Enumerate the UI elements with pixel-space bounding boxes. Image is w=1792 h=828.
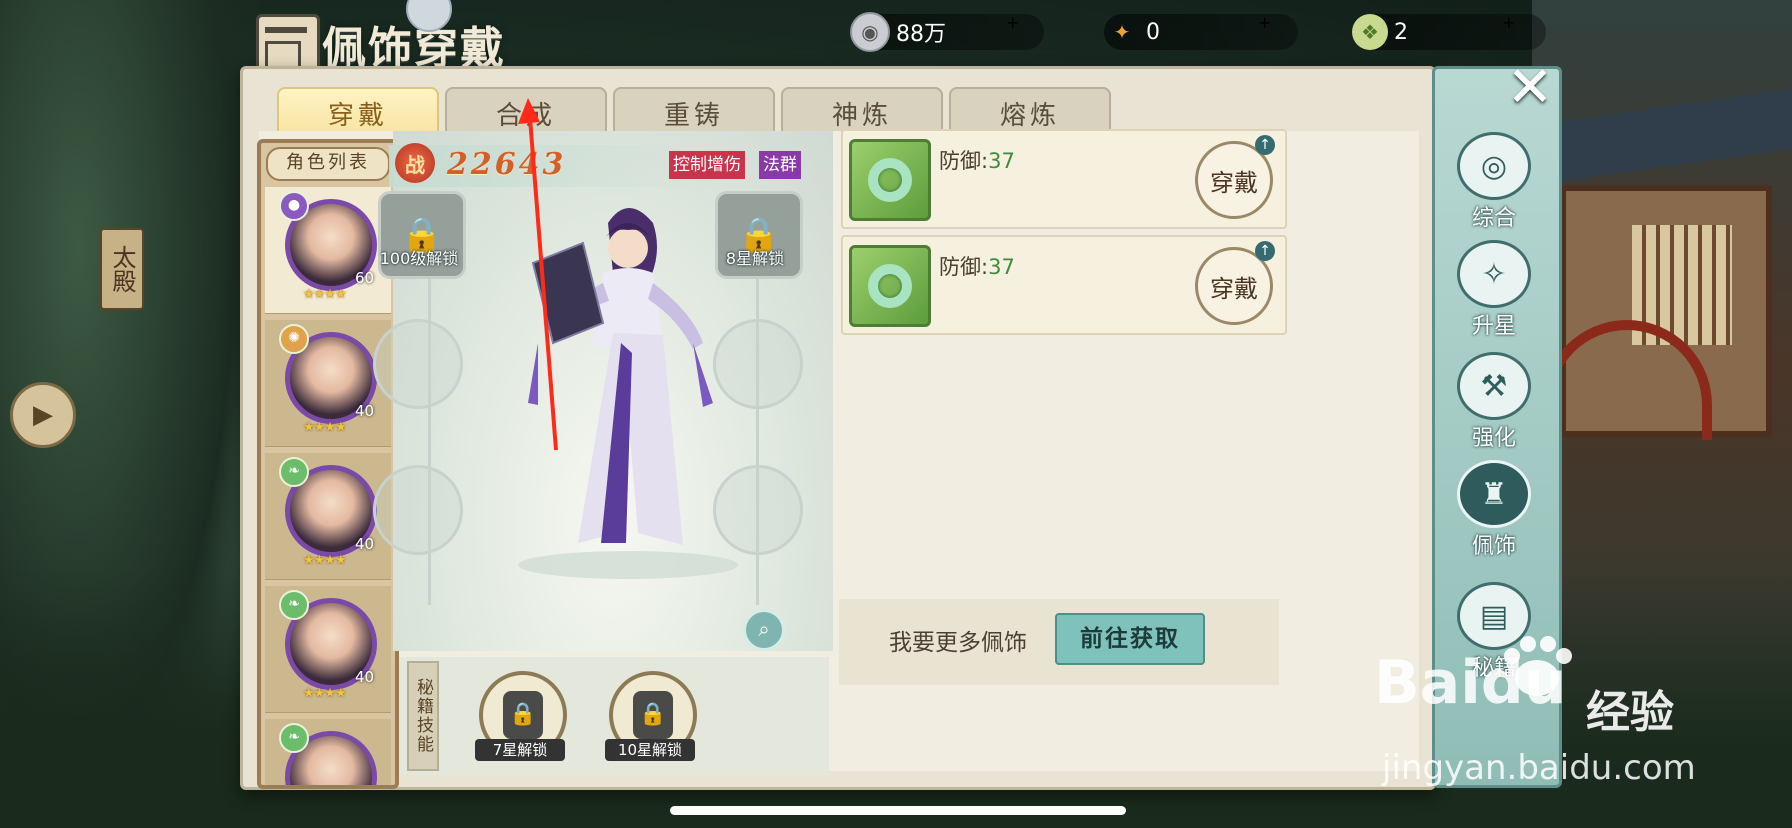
tab-wear[interactable]: 穿戴: [277, 87, 439, 137]
skill-tag-control: 控制增伤: [669, 151, 745, 179]
leaf-icon: ❧: [279, 457, 309, 487]
upgrade-arrow-icon: ↑: [1255, 135, 1275, 155]
add-jade-button[interactable]: +: [1502, 13, 1515, 32]
character-model: [518, 208, 738, 579]
power-value: 22643: [447, 147, 567, 182]
role-item[interactable]: ✺ 40 ★★★★: [265, 320, 391, 447]
role-stars: ★★★★: [303, 553, 347, 568]
anvil-icon: ⚒: [1457, 352, 1531, 420]
currency-value: 2: [1394, 19, 1408, 45]
go-obtain-button[interactable]: 前往获取: [1055, 613, 1205, 665]
search-icon[interactable]: ⌕: [743, 609, 785, 651]
element-icon: ●: [279, 191, 309, 221]
equipment-item[interactable]: 防御:37 穿戴 ↑: [841, 235, 1287, 335]
main-panel: 穿戴 合成 重铸 神炼 熔炼 角色列表 ● 60 ★★★★ ✺ 40 ★★★★ …: [240, 66, 1436, 790]
equipment-stat: 防御:37: [939, 251, 1015, 281]
nav-enhance[interactable]: ⚒ 强化: [1452, 352, 1536, 451]
swirl-icon: ◎: [1457, 132, 1531, 200]
stat-label: 防御:: [939, 255, 989, 279]
role-item[interactable]: ❧ 40 ★★★★: [265, 453, 391, 580]
role-stars: ★★★★: [303, 686, 347, 701]
nav-label: 强化: [1471, 426, 1516, 451]
equipment-item[interactable]: 防御:37 穿戴 ↑: [841, 129, 1287, 229]
role-level: 40: [355, 535, 375, 553]
role-level: 40: [355, 668, 375, 686]
slot-unlock-label: 100级解锁: [379, 249, 459, 268]
add-silver-button[interactable]: +: [1006, 13, 1019, 32]
secret-skill-bar: 秘籍技能 🔒 7星解锁 🔒 10星解锁: [399, 657, 829, 775]
currency-value: 0: [1146, 19, 1160, 45]
role-level: 40: [355, 402, 375, 420]
role-list-title: 角色列表: [266, 147, 390, 181]
skill-unlock-label: 7星解锁: [475, 739, 565, 761]
role-level: 60: [355, 269, 375, 287]
watermark-url: jingyan.baidu.com: [1382, 748, 1696, 788]
add-gold-button[interactable]: +: [1258, 13, 1271, 32]
leaf-icon: ❧: [279, 590, 309, 620]
silver-coin-icon: ◉: [850, 12, 890, 52]
currency-jade: ❖ 2: [1352, 14, 1546, 50]
close-icon[interactable]: ✕: [1500, 58, 1560, 118]
power-badge: 战: [395, 143, 435, 183]
background-sign: 太殿: [100, 228, 144, 310]
role-stars: ★★★★: [303, 420, 347, 435]
nav-star-up[interactable]: ✧ 升星: [1452, 240, 1536, 339]
gold-flame-icon: ✦: [1113, 20, 1131, 44]
nav-accessory[interactable]: ♜ 佩饰: [1452, 460, 1536, 559]
accessory-slot-empty[interactable]: [373, 319, 463, 409]
secret-skill-label: 秘籍技能: [407, 661, 439, 771]
accessory-icon: ♜: [1457, 460, 1531, 528]
more-accessories-text: 我要更多佩饰: [889, 630, 1027, 656]
role-item[interactable]: ❧: [265, 719, 391, 785]
equipment-stat: 防御:37: [939, 145, 1015, 175]
nav-general[interactable]: ◎ 综合: [1452, 132, 1536, 231]
stat-value: 37: [988, 255, 1015, 279]
leaf-icon: ❧: [279, 723, 309, 753]
upgrade-arrow-icon: ↑: [1255, 241, 1275, 261]
jade-pendant-icon: [849, 139, 931, 221]
play-icon[interactable]: ▶: [10, 382, 76, 448]
nav-label: 佩饰: [1471, 534, 1516, 559]
stat-value: 37: [988, 149, 1015, 173]
stat-label: 防御:: [939, 149, 989, 173]
accessory-slot-empty[interactable]: [373, 465, 463, 555]
currency-value: 88万: [896, 22, 946, 47]
skill-tag-aoe: 法群: [759, 151, 801, 179]
nav-label: 综合: [1471, 206, 1516, 231]
jade-token-icon: ❖: [1352, 14, 1388, 50]
nav-label: 升星: [1471, 314, 1516, 339]
lock-icon: 🔒: [503, 691, 543, 739]
role-stars: ★★★★: [303, 287, 347, 302]
element-icon: ✺: [279, 324, 309, 354]
watermark-cn: 经验: [1586, 687, 1674, 738]
paw-icon: [1504, 636, 1572, 696]
tab-recast[interactable]: 重铸: [613, 87, 775, 137]
skill-unlock-label: 10星解锁: [605, 739, 695, 761]
stars-icon: ✧: [1457, 240, 1531, 308]
tab-synthesize[interactable]: 合成: [445, 87, 607, 137]
role-item[interactable]: ❧ 40 ★★★★: [265, 586, 391, 713]
lock-icon: 🔒: [633, 691, 673, 739]
jade-pendant-icon: [849, 245, 931, 327]
home-indicator[interactable]: [670, 806, 1126, 815]
